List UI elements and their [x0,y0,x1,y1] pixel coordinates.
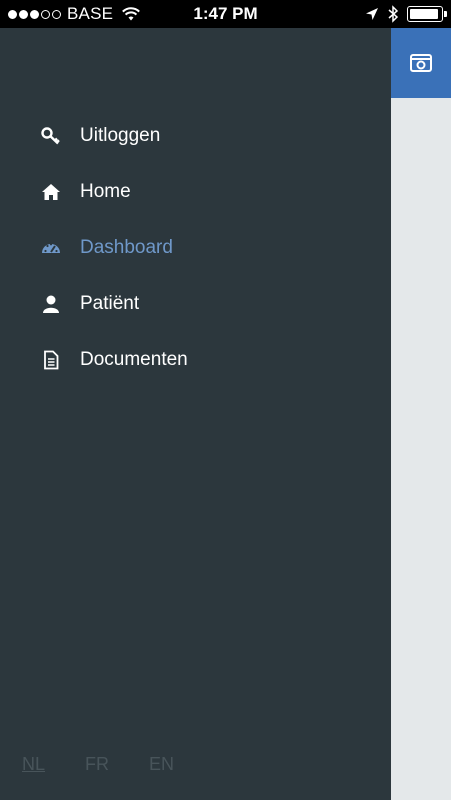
nav-menu: Uitloggen Home Dashboard Patiënt Documen… [40,108,188,388]
location-arrow-icon [366,8,378,20]
menu-item-uitloggen[interactable]: Uitloggen [40,108,188,164]
key-icon [40,125,62,147]
menu-item-label: Home [80,181,131,202]
menu-item-documenten[interactable]: Documenten [40,332,188,388]
language-nl[interactable]: NL [22,754,45,775]
dashboard-gauge-icon [40,237,62,259]
menu-item-dashboard[interactable]: Dashboard [40,220,188,276]
main-content-peek[interactable] [391,28,451,800]
bluetooth-icon [388,5,399,23]
side-drawer: Uitloggen Home Dashboard Patiënt Documen… [0,28,391,800]
status-bar: BASE 1:47 PM [0,0,451,28]
menu-item-label: Documenten [80,349,188,370]
battery-icon [407,6,447,22]
menu-item-label: Patiënt [80,293,140,314]
language-fr[interactable]: FR [85,754,109,775]
document-icon [40,349,62,371]
language-switcher: NL FR EN [22,754,174,775]
menu-item-label: Uitloggen [80,125,161,146]
language-en[interactable]: EN [149,754,174,775]
menu-item-home[interactable]: Home [40,164,188,220]
user-icon [40,293,62,315]
photo-card-icon[interactable] [409,51,433,75]
content-header[interactable] [391,28,451,98]
menu-item-label: Dashboard [80,237,173,258]
menu-item-patient[interactable]: Patiënt [40,276,188,332]
status-right [365,5,447,23]
home-icon [40,181,62,203]
